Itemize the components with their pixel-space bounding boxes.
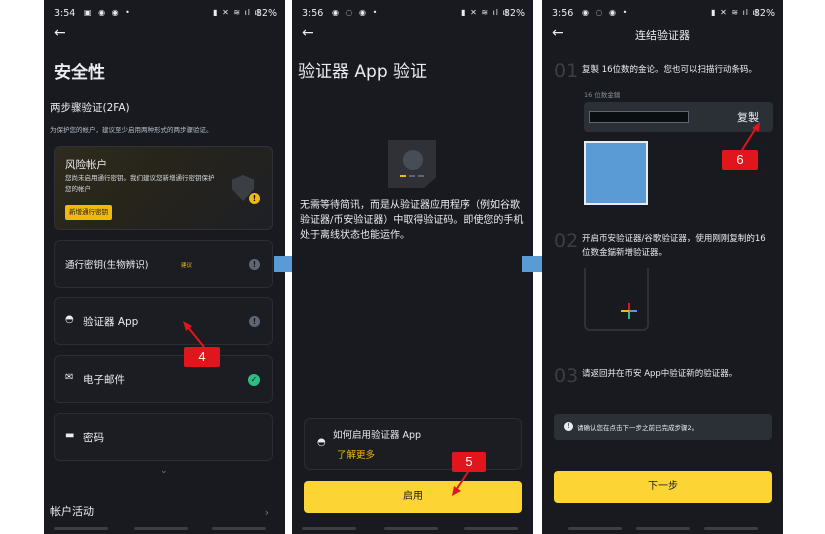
notification-icons: ▣ ◉ ◉ • <box>84 8 132 17</box>
learn-more-link[interactable]: 了解更多 <box>337 447 375 461</box>
risk-description: 您尚未启用通行密钥。我们建议您新增通行密钥保护您的帐户 <box>65 174 215 193</box>
secret-key-field: 复製 <box>584 102 773 132</box>
how-to-card: ◓ 如何启用验证器 App 了解更多 <box>304 418 522 470</box>
note-text: 请确认您在点击下一步之前已完成步骤2。 <box>577 424 699 432</box>
password-item[interactable]: ▬ 密码 <box>54 413 273 461</box>
next-button[interactable]: 下一步 <box>554 471 772 503</box>
authenticator-icon: ◓ <box>317 437 326 448</box>
battery-level: 82% <box>753 8 775 19</box>
add-icon <box>621 303 637 319</box>
passkey-item[interactable]: 通行密钥(生物辨识) 建议 ! <box>54 240 273 288</box>
battery-level: 82% <box>255 8 277 19</box>
link-authenticator-screen: 3:56 ◉ ◌ ◉ • ▮ ✕ ≋ ıl ıl 82% ← 连结验证器 01 … <box>542 0 783 534</box>
annotation-6: 6 <box>722 150 758 170</box>
status-time: 3:54 <box>54 8 76 19</box>
secret-key-value <box>589 111 689 123</box>
risk-title: 风险帐户 <box>65 159 107 171</box>
chevron-right-icon: › <box>264 506 269 519</box>
authenticator-label: 验证器 App <box>83 316 139 328</box>
status-time: 3:56 <box>552 8 574 19</box>
email-label: 电子邮件 <box>83 374 125 386</box>
step-text-2: 开启币安验证器/谷歌验证器，使用刚刚复制的16 位数金鍴新增验证器。 <box>582 234 766 258</box>
warning-icon: ! <box>249 193 260 204</box>
email-item[interactable]: ✉ 电子邮件 ✓ <box>54 355 273 403</box>
two-factor-description: 为保护您的帐户，建议至少启用两种形式的两步骤验证。 <box>50 126 213 134</box>
status-bar: 3:54 ▣ ◉ ◉ • ▮ ✕ ≋ ıl ıl 82% <box>44 0 285 24</box>
signal-icons: ▮ ✕ ≋ ıl ıl <box>213 8 261 17</box>
password-icon: ▬ <box>65 430 75 441</box>
notification-icons: ◉ ◌ ◉ • <box>582 8 630 17</box>
authenticator-intro-screen: 3:56 ◉ ◌ ◉ • ▮ ✕ ≋ ıl ıl 82% ← 验证器 App 验… <box>292 0 533 534</box>
page-title: 安全性 <box>54 63 105 83</box>
confirm-note: ! 请确认您在点击下一步之前已完成步骤2。 <box>554 414 772 440</box>
step-number-1: 01 <box>554 60 579 82</box>
battery-level: 82% <box>503 8 525 19</box>
account-activity-link[interactable]: 帐户活动 <box>50 503 94 519</box>
intro-description: 无需等待简讯，而是从验证器应用程序（例如谷歌验证器/币安验证器）中取得验证码。即… <box>300 200 524 241</box>
step-text-3: 请返回并在币安 App中验证新的验证器。 <box>582 369 738 379</box>
how-to-title: 如何启用验证器 App <box>333 430 422 441</box>
info-icon: ! <box>249 259 260 270</box>
copy-button[interactable]: 复製 <box>737 109 759 125</box>
back-arrow-icon[interactable]: ← <box>54 25 66 41</box>
authenticator-app-item[interactable]: ◓ 验证器 App ! <box>54 297 273 345</box>
passkey-label: 通行密钥(生物辨识) <box>65 260 149 271</box>
page-title: 验证器 App 验证 <box>298 62 428 82</box>
signal-icons: ▮ ✕ ≋ ıl ıl <box>461 8 509 17</box>
qr-code <box>584 141 648 205</box>
chevron-down-icon[interactable]: ⌄ <box>160 466 168 476</box>
risk-account-card: 风险帐户 您尚未启用通行密钥。我们建议您新增通行密钥保护您的帐户 新增通行密钥 … <box>54 146 273 230</box>
status-bar: 3:56 ◉ ◌ ◉ • ▮ ✕ ≋ ıl ıl 82% <box>542 0 783 24</box>
info-icon: ! <box>564 422 573 431</box>
status-bar: 3:56 ◉ ◌ ◉ • ▮ ✕ ≋ ıl ıl 82% <box>292 0 533 24</box>
mail-icon: ✉ <box>65 372 74 383</box>
signal-icons: ▮ ✕ ≋ ıl ıl <box>711 8 759 17</box>
phone-illustration <box>584 268 649 331</box>
recommended-tag: 建议 <box>181 263 193 269</box>
enable-button[interactable]: 启用 <box>304 481 522 513</box>
back-arrow-icon[interactable]: ← <box>302 25 314 41</box>
status-time: 3:56 <box>302 8 324 19</box>
step-number-2: 02 <box>554 230 579 252</box>
authenticator-icon: ◓ <box>65 314 74 325</box>
add-passkey-button[interactable]: 新增通行密钥 <box>65 205 112 220</box>
notification-icons: ◉ ◌ ◉ • <box>332 8 380 17</box>
annotation-5: 5 <box>452 452 486 472</box>
security-screen: 3:54 ▣ ◉ ◉ • ▮ ✕ ≋ ıl ıl 82% ← 安全性 两步骤验证… <box>44 0 285 534</box>
annotation-4: 4 <box>184 347 220 367</box>
two-factor-heading: 两步骤验证(2FA) <box>50 102 130 114</box>
info-icon: ! <box>249 316 260 327</box>
authenticator-illustration <box>388 140 436 188</box>
step-number-3: 03 <box>554 365 579 387</box>
page-title: 连结验证器 <box>635 29 690 42</box>
key-label: 16 位数金鑰 <box>584 91 621 99</box>
step-text-1: 复製 16位数的金论。您也可以扫描行动条码。 <box>582 65 758 75</box>
check-icon: ✓ <box>248 374 260 386</box>
password-label: 密码 <box>83 432 104 444</box>
